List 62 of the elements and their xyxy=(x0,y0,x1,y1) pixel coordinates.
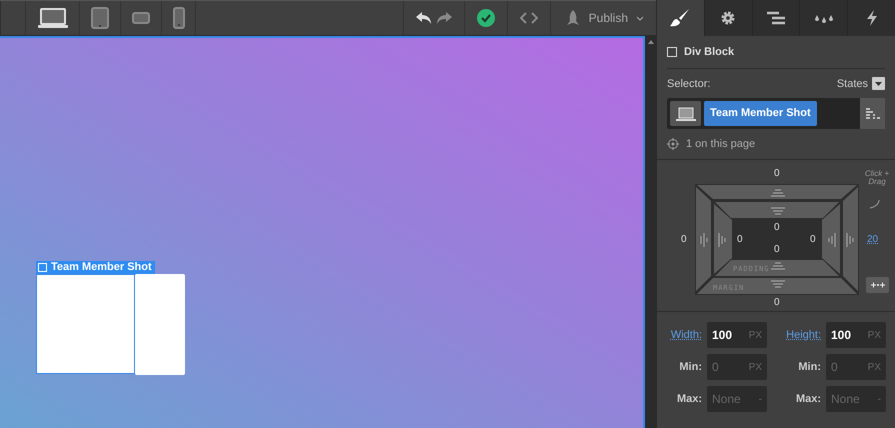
margin-right-handle[interactable] xyxy=(843,187,858,291)
padding-left-handle[interactable] xyxy=(714,204,732,274)
check-icon[interactable] xyxy=(476,9,495,27)
padding-value[interactable]: 0 xyxy=(774,223,780,233)
hint-text: Click + Drag xyxy=(864,170,890,186)
padding-top-handle[interactable] xyxy=(715,202,839,218)
unit-label[interactable]: - xyxy=(878,394,881,404)
drag-icon xyxy=(770,208,786,214)
class-tag[interactable]: Team Member Shot xyxy=(704,101,817,126)
size-label[interactable]: Height: xyxy=(767,329,826,341)
margin-value[interactable]: 0 xyxy=(681,235,687,245)
states-label: States xyxy=(836,78,868,90)
margin-value[interactable]: 0 xyxy=(774,169,780,179)
padding-value[interactable]: 0 xyxy=(774,245,780,255)
padding-value[interactable]: 0 xyxy=(810,235,816,245)
margin-value[interactable]: 20 xyxy=(867,235,878,245)
unit-label[interactable]: PX xyxy=(868,362,881,372)
selector-field[interactable]: Team Member Shot xyxy=(667,98,885,129)
size-label: Min: xyxy=(797,361,822,373)
size-label[interactable]: Width: xyxy=(657,329,707,341)
size-field[interactable]: 100 PX xyxy=(707,322,767,348)
states-dropdown[interactable] xyxy=(872,77,885,90)
selector-label: Selector: xyxy=(667,78,710,90)
size-field[interactable]: None - xyxy=(826,386,886,412)
unit-label[interactable]: PX xyxy=(748,362,762,372)
list-icon[interactable] xyxy=(860,98,885,129)
size-label: Max: xyxy=(794,393,822,405)
unit-label[interactable]: PX xyxy=(868,330,881,340)
size-label: Min: xyxy=(678,361,703,373)
size-field[interactable]: 100 PX xyxy=(826,322,886,348)
link-icon[interactable] xyxy=(866,277,889,293)
element-type: Div Block xyxy=(684,46,734,58)
margin-value[interactable]: 0 xyxy=(774,298,780,308)
caret-icon[interactable] xyxy=(636,16,644,20)
unit-label[interactable]: - xyxy=(758,394,762,404)
code-icon[interactable] xyxy=(520,12,538,24)
rocket-icon[interactable] xyxy=(564,10,581,26)
selected-block[interactable] xyxy=(36,274,135,374)
drag-icon xyxy=(700,232,708,248)
phone-icon[interactable] xyxy=(161,1,196,35)
padding-value[interactable]: 0 xyxy=(737,235,743,245)
drag-icon xyxy=(846,232,854,248)
undo-icon[interactable] xyxy=(416,12,432,24)
size-field[interactable]: None - xyxy=(707,386,767,412)
padding-right-handle[interactable] xyxy=(822,204,840,274)
padding-bottom-handle[interactable] xyxy=(715,260,839,276)
usage-count: 1 on this page xyxy=(686,138,756,150)
laptop-icon[interactable] xyxy=(670,101,701,126)
drag-icon xyxy=(770,262,786,270)
target-icon xyxy=(667,138,679,150)
unit-label[interactable]: PX xyxy=(748,330,762,340)
margin-left-handle[interactable] xyxy=(696,187,711,291)
size-field[interactable]: 0 PX xyxy=(826,354,886,380)
element-label[interactable]: Team Member Shot xyxy=(36,261,155,274)
drag-icon xyxy=(828,232,836,248)
size-label: Max: xyxy=(676,393,703,405)
scrollbar[interactable] xyxy=(645,36,656,428)
caret-icon[interactable] xyxy=(875,82,882,86)
element-checkbox[interactable] xyxy=(667,47,677,57)
drag-icon xyxy=(718,232,726,248)
size-field[interactable]: 0 PX xyxy=(707,354,767,380)
brush-icon[interactable] xyxy=(657,0,704,36)
